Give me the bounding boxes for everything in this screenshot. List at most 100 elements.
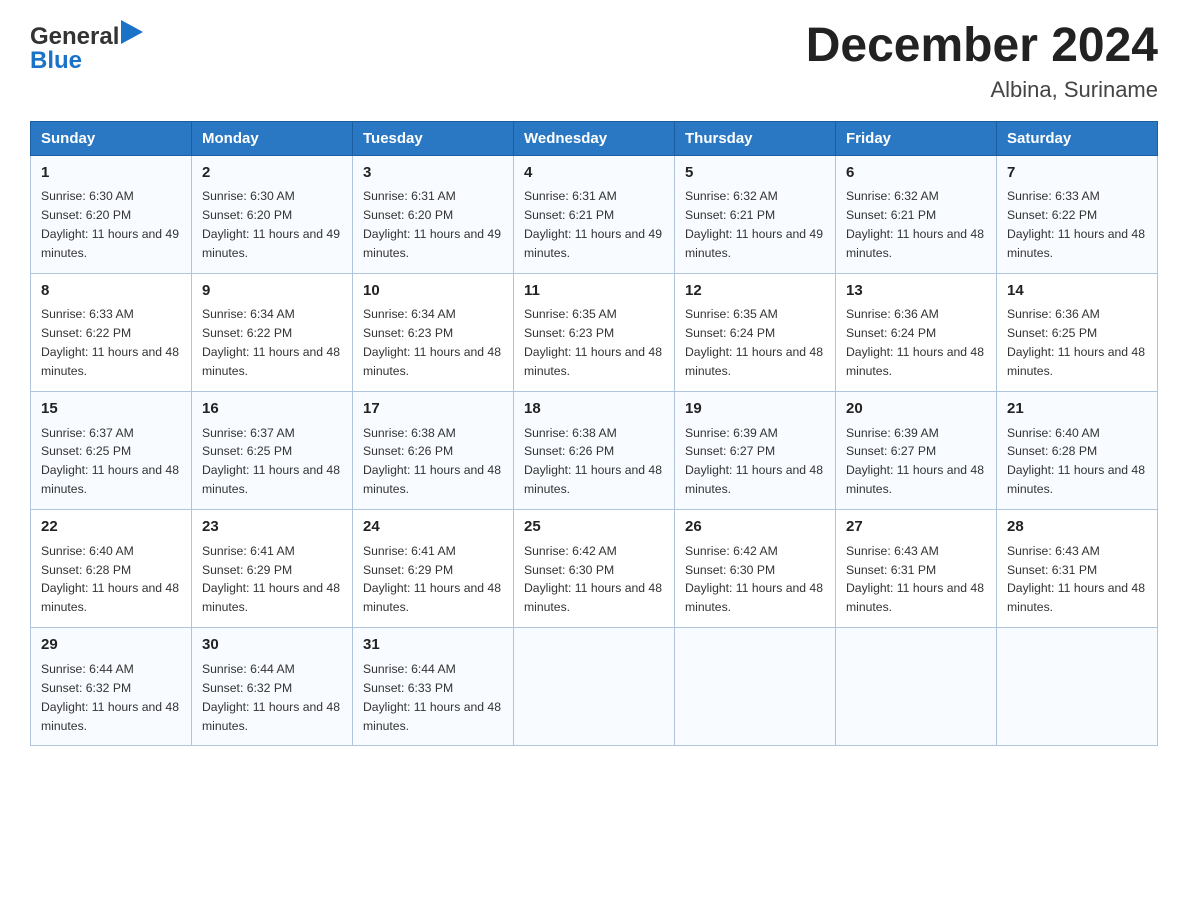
day-number: 12 [685, 280, 825, 303]
day-number: 4 [524, 162, 664, 185]
day-number: 27 [846, 516, 986, 539]
calendar-cell: 14 Sunrise: 6:36 AMSunset: 6:25 PMDayligh… [997, 273, 1158, 391]
day-info: Sunrise: 6:44 AMSunset: 6:33 PMDaylight:… [363, 662, 501, 733]
calendar-cell: 28Sunrise: 6:43 AMSunset: 6:31 PMDayligh… [997, 510, 1158, 628]
day-number: 15 [41, 398, 181, 421]
day-info: Sunrise: 6:37 AMSunset: 6:25 PMDaylight:… [41, 426, 179, 497]
day-info: Sunrise: 6:39 AMSunset: 6:27 PMDaylight:… [846, 426, 984, 497]
logo-arrow-icon [121, 20, 143, 44]
day-number: 8 [41, 280, 181, 303]
calendar-cell: 26 Sunrise: 6:42 AMSunset: 6:30 PMDayligh… [675, 510, 836, 628]
calendar-cell: 29 Sunrise: 6:44 AMSunset: 6:32 PMDayligh… [31, 628, 192, 746]
calendar-cell: 10 Sunrise: 6:34 AMSunset: 6:23 PMDayligh… [353, 273, 514, 391]
day-info: Sunrise: 6:44 AMSunset: 6:32 PMDaylight:… [41, 662, 179, 733]
calendar-cell [997, 628, 1158, 746]
day-info: Sunrise: 6:36 AMSunset: 6:25 PMDaylight:… [1007, 307, 1145, 378]
calendar-cell: 24Sunrise: 6:41 AMSunset: 6:29 PMDayligh… [353, 510, 514, 628]
calendar-cell: 7Sunrise: 6:33 AMSunset: 6:22 PMDaylight… [997, 155, 1158, 273]
header-day-sunday: Sunday [31, 121, 192, 155]
day-number: 29 [41, 634, 181, 657]
day-number: 6 [846, 162, 986, 185]
day-info: Sunrise: 6:44 AMSunset: 6:32 PMDaylight:… [202, 662, 340, 733]
day-info: Sunrise: 6:42 AMSunset: 6:30 PMDaylight:… [524, 544, 662, 615]
day-info: Sunrise: 6:42 AMSunset: 6:30 PMDaylight:… [685, 544, 823, 615]
day-number: 26 [685, 516, 825, 539]
calendar-cell: 6 Sunrise: 6:32 AMSunset: 6:21 PMDaylight… [836, 155, 997, 273]
title-block: December 2024 Albina, Suriname [806, 20, 1158, 103]
day-info: Sunrise: 6:30 AMSunset: 6:20 PMDaylight:… [202, 189, 340, 260]
day-number: 10 [363, 280, 503, 303]
calendar-cell: 12 Sunrise: 6:35 AMSunset: 6:24 PMDayligh… [675, 273, 836, 391]
day-number: 25 [524, 516, 664, 539]
week-row-3: 15 Sunrise: 6:37 AMSunset: 6:25 PMDayligh… [31, 392, 1158, 510]
day-number: 2 [202, 162, 342, 185]
day-info: Sunrise: 6:41 AMSunset: 6:29 PMDaylight:… [202, 544, 340, 615]
day-number: 30 [202, 634, 342, 657]
day-number: 11 [524, 280, 664, 303]
day-number: 7 [1007, 162, 1147, 185]
calendar-cell: 20 Sunrise: 6:39 AMSunset: 6:27 PMDayligh… [836, 392, 997, 510]
day-number: 23 [202, 516, 342, 539]
header-day-tuesday: Tuesday [353, 121, 514, 155]
day-number: 1 [41, 162, 181, 185]
header-day-wednesday: Wednesday [514, 121, 675, 155]
page-header: General Blue December 2024 Albina, Surin… [30, 20, 1158, 103]
calendar-cell: 27 Sunrise: 6:43 AMSunset: 6:31 PMDayligh… [836, 510, 997, 628]
day-info: Sunrise: 6:43 AMSunset: 6:31 PMDaylight:… [846, 544, 984, 615]
day-number: 13 [846, 280, 986, 303]
day-info: Sunrise: 6:36 AMSunset: 6:24 PMDaylight:… [846, 307, 984, 378]
header-day-thursday: Thursday [675, 121, 836, 155]
week-row-4: 22Sunrise: 6:40 AMSunset: 6:28 PMDayligh… [31, 510, 1158, 628]
calendar-cell: 13 Sunrise: 6:36 AMSunset: 6:24 PMDayligh… [836, 273, 997, 391]
calendar-cell: 16 Sunrise: 6:37 AMSunset: 6:25 PMDayligh… [192, 392, 353, 510]
day-info: Sunrise: 6:31 AMSunset: 6:21 PMDaylight:… [524, 189, 662, 260]
day-info: Sunrise: 6:34 AMSunset: 6:22 PMDaylight:… [202, 307, 340, 378]
day-info: Sunrise: 6:40 AMSunset: 6:28 PMDaylight:… [1007, 426, 1145, 497]
week-row-5: 29 Sunrise: 6:44 AMSunset: 6:32 PMDayligh… [31, 628, 1158, 746]
header-day-monday: Monday [192, 121, 353, 155]
day-number: 31 [363, 634, 503, 657]
calendar-title: December 2024 [806, 20, 1158, 73]
calendar-cell: 23 Sunrise: 6:41 AMSunset: 6:29 PMDayligh… [192, 510, 353, 628]
day-number: 17 [363, 398, 503, 421]
day-info: Sunrise: 6:35 AMSunset: 6:24 PMDaylight:… [685, 307, 823, 378]
calendar-cell: 15 Sunrise: 6:37 AMSunset: 6:25 PMDayligh… [31, 392, 192, 510]
calendar-cell: 30 Sunrise: 6:44 AMSunset: 6:32 PMDayligh… [192, 628, 353, 746]
day-number: 24 [363, 516, 503, 539]
day-number: 20 [846, 398, 986, 421]
day-number: 14 [1007, 280, 1147, 303]
day-info: Sunrise: 6:32 AMSunset: 6:21 PMDaylight:… [846, 189, 984, 260]
day-info: Sunrise: 6:37 AMSunset: 6:25 PMDaylight:… [202, 426, 340, 497]
day-number: 9 [202, 280, 342, 303]
calendar-table: SundayMondayTuesdayWednesdayThursdayFrid… [30, 121, 1158, 747]
calendar-cell [836, 628, 997, 746]
calendar-subtitle: Albina, Suriname [806, 77, 1158, 103]
day-info: Sunrise: 6:30 AMSunset: 6:20 PMDaylight:… [41, 189, 179, 260]
day-info: Sunrise: 6:31 AMSunset: 6:20 PMDaylight:… [363, 189, 501, 260]
header-day-friday: Friday [836, 121, 997, 155]
day-number: 5 [685, 162, 825, 185]
calendar-cell: 11 Sunrise: 6:35 AMSunset: 6:23 PMDayligh… [514, 273, 675, 391]
calendar-cell: 2 Sunrise: 6:30 AMSunset: 6:20 PMDaylight… [192, 155, 353, 273]
calendar-cell [675, 628, 836, 746]
day-info: Sunrise: 6:39 AMSunset: 6:27 PMDaylight:… [685, 426, 823, 497]
day-number: 16 [202, 398, 342, 421]
day-info: Sunrise: 6:34 AMSunset: 6:23 PMDaylight:… [363, 307, 501, 378]
logo-blue-text: Blue [30, 47, 82, 75]
calendar-cell: 17 Sunrise: 6:38 AMSunset: 6:26 PMDayligh… [353, 392, 514, 510]
calendar-cell: 4 Sunrise: 6:31 AMSunset: 6:21 PMDaylight… [514, 155, 675, 273]
day-info: Sunrise: 6:32 AMSunset: 6:21 PMDaylight:… [685, 189, 823, 260]
calendar-cell: 18Sunrise: 6:38 AMSunset: 6:26 PMDayligh… [514, 392, 675, 510]
calendar-cell: 19Sunrise: 6:39 AMSunset: 6:27 PMDayligh… [675, 392, 836, 510]
day-number: 3 [363, 162, 503, 185]
day-info: Sunrise: 6:38 AMSunset: 6:26 PMDaylight:… [524, 426, 662, 497]
calendar-header-row: SundayMondayTuesdayWednesdayThursdayFrid… [31, 121, 1158, 155]
day-number: 22 [41, 516, 181, 539]
calendar-cell [514, 628, 675, 746]
day-info: Sunrise: 6:35 AMSunset: 6:23 PMDaylight:… [524, 307, 662, 378]
calendar-cell: 5 Sunrise: 6:32 AMSunset: 6:21 PMDaylight… [675, 155, 836, 273]
calendar-cell: 21Sunrise: 6:40 AMSunset: 6:28 PMDayligh… [997, 392, 1158, 510]
calendar-cell: 22Sunrise: 6:40 AMSunset: 6:28 PMDayligh… [31, 510, 192, 628]
day-info: Sunrise: 6:38 AMSunset: 6:26 PMDaylight:… [363, 426, 501, 497]
calendar-cell: 1 Sunrise: 6:30 AMSunset: 6:20 PMDaylight… [31, 155, 192, 273]
